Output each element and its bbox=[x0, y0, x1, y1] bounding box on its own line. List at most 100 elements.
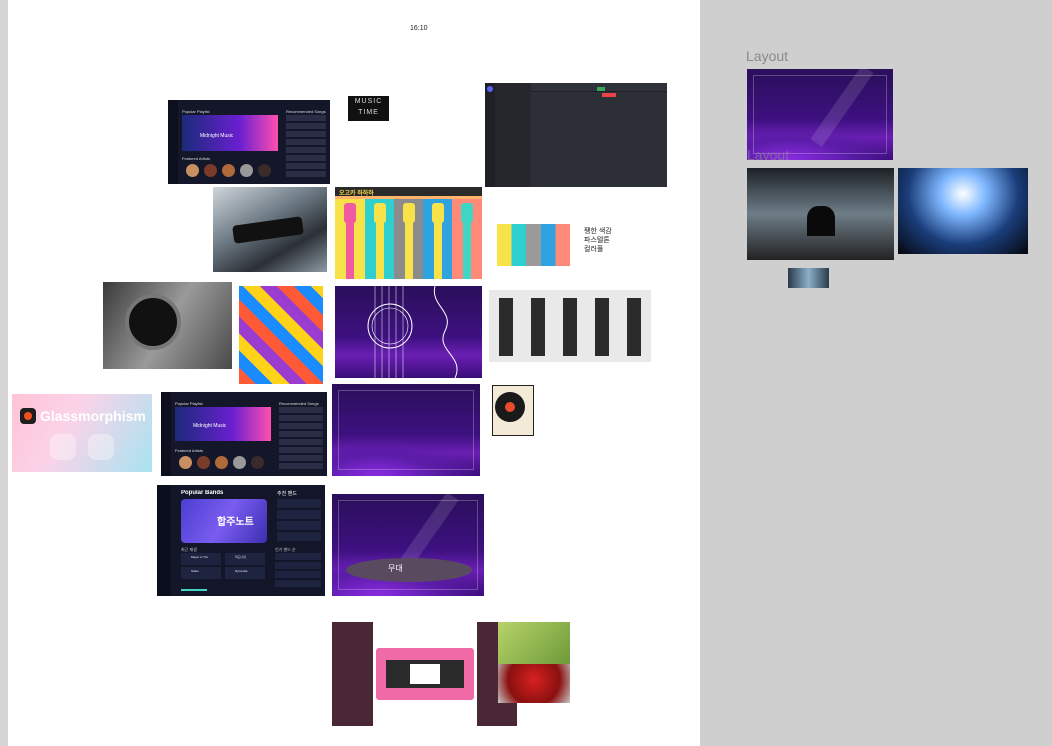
colorful-guitars-poster: 오고카 하하하 bbox=[335, 187, 482, 279]
glassmorphism-card: Glassmorphism bbox=[12, 394, 152, 472]
poster-banner-text: 오고카 하하하 bbox=[339, 191, 374, 196]
artist-photo-green bbox=[498, 622, 570, 664]
logo-line-2: TIME bbox=[358, 109, 379, 116]
artists-title: Featured Artists bbox=[182, 156, 211, 161]
hero-title: Midnight Music bbox=[193, 423, 227, 429]
soundhole-shape bbox=[125, 294, 181, 350]
drummer-silhouette bbox=[807, 206, 835, 236]
tape-window bbox=[386, 660, 464, 688]
dashboard-rail bbox=[485, 83, 495, 187]
aspect-ratio-label: 16:10 bbox=[410, 25, 428, 32]
app-sidebar bbox=[157, 485, 171, 596]
album-tiles bbox=[499, 298, 644, 356]
side-panel: Layout Layout bbox=[700, 0, 1052, 746]
stage-frame-labeled: 무대 bbox=[332, 494, 484, 596]
artist-photo-red bbox=[498, 664, 570, 703]
hero-banner[interactable]: Midnight Music bbox=[175, 407, 271, 441]
recommended-title: Recommended Songs bbox=[279, 401, 319, 406]
layout-label: Layout bbox=[746, 48, 789, 64]
artist-avatar[interactable] bbox=[233, 456, 246, 469]
tape-label bbox=[410, 664, 440, 684]
recommended-title: 추천 밴드 bbox=[277, 491, 297, 497]
stage-frame bbox=[332, 384, 480, 476]
progress-bar[interactable] bbox=[181, 589, 207, 591]
figma-dot bbox=[24, 412, 32, 420]
song-list bbox=[286, 115, 326, 179]
pickup-shape bbox=[232, 216, 304, 244]
recommended-title: Recommended Songs bbox=[286, 109, 326, 114]
pastel-guitars-thumb bbox=[497, 224, 570, 266]
note-line-2: 파스텔톤 bbox=[584, 237, 610, 244]
track-title: Dynamite bbox=[235, 569, 248, 573]
player-app-thumbnail[interactable]: Popular Playlist Midnight Music Recommen… bbox=[168, 100, 330, 184]
alert-badge bbox=[602, 93, 616, 97]
concert-lights-photo bbox=[898, 168, 1028, 254]
playlist-section-title: Popular Playlist bbox=[182, 109, 210, 114]
band-silhouette-photo bbox=[747, 168, 894, 260]
hero-card[interactable]: 합주노트 bbox=[181, 499, 267, 543]
stage-inner-frame bbox=[338, 390, 474, 470]
artist-avatar[interactable] bbox=[258, 164, 271, 177]
vinyl-record bbox=[495, 392, 525, 422]
note-line-3: 컬러풀 bbox=[584, 246, 604, 253]
dashboard-thumbnail[interactable] bbox=[485, 83, 667, 187]
app-sidebar bbox=[161, 392, 171, 476]
stage-platform[interactable]: 무대 bbox=[346, 558, 472, 582]
vinyl-card bbox=[492, 385, 534, 436]
plum-panel-left bbox=[332, 622, 373, 726]
small-band-photo bbox=[788, 268, 829, 288]
guitar-stripe bbox=[335, 199, 365, 279]
band-app-thumbnail[interactable]: Popular Bands 합주노트 추천 밴드 최근 재생 인기 밴드 순 M… bbox=[157, 485, 325, 596]
poster-banner: 오고카 하하하 bbox=[335, 187, 482, 196]
logo-line-1: MUSIC bbox=[354, 98, 383, 105]
figma-icon bbox=[20, 408, 36, 424]
bass-guitar-photo bbox=[213, 187, 327, 272]
app-sidebar bbox=[168, 100, 178, 184]
artist-avatar[interactable] bbox=[179, 456, 192, 469]
guitar-outline-art bbox=[335, 286, 482, 378]
pop-art-image bbox=[239, 286, 323, 384]
track-title: Mayer is Tho bbox=[191, 555, 209, 559]
guitar-stripe bbox=[365, 199, 394, 279]
rank-list bbox=[275, 553, 321, 589]
stage-label: 무대 bbox=[388, 564, 403, 573]
guitar-stripe bbox=[452, 199, 482, 279]
layout-label-ghost: Layout bbox=[747, 147, 790, 160]
artist-avatar[interactable] bbox=[186, 164, 199, 177]
artist-avatar[interactable] bbox=[204, 164, 217, 177]
hero-banner[interactable]: Midnight Music bbox=[182, 115, 278, 151]
recommended-list bbox=[277, 499, 321, 543]
guitar-stripe bbox=[423, 199, 452, 279]
hero-text: 합주노트 bbox=[217, 517, 254, 528]
layout-preview[interactable]: Layout bbox=[747, 69, 893, 160]
track-tile[interactable]: Mayer is Tho bbox=[181, 553, 221, 565]
guitar-outline-svg bbox=[367, 286, 458, 378]
glass-title: Glassmorphism bbox=[40, 408, 146, 424]
song-list bbox=[279, 407, 323, 471]
status-badge bbox=[597, 87, 605, 91]
design-canvas: 16:10 Popular Playlist Midnight Music Re… bbox=[0, 0, 700, 746]
music-time-logo: MUSIC TIME bbox=[348, 96, 389, 121]
track-tile[interactable]: Dynamite bbox=[225, 567, 265, 579]
note-line-1: 쨍한 색감 bbox=[584, 228, 612, 235]
artist-avatar[interactable] bbox=[251, 456, 264, 469]
app-icon[interactable] bbox=[487, 86, 493, 92]
artist-avatar[interactable] bbox=[240, 164, 253, 177]
location-icon bbox=[88, 434, 114, 460]
track-title: 미드나잇 bbox=[235, 555, 247, 559]
acoustic-guitar-photo bbox=[103, 282, 232, 369]
track-tile[interactable]: Stoke bbox=[181, 567, 221, 579]
hero-title: Midnight Music bbox=[200, 133, 234, 139]
artist-avatar[interactable] bbox=[197, 456, 210, 469]
artist-avatar[interactable] bbox=[215, 456, 228, 469]
playlist-section-title: Popular Playlist bbox=[175, 401, 203, 406]
guitar-stripe bbox=[394, 199, 423, 279]
pastel-note: 쨍한 색감 파스텔톤 컬러풀 bbox=[584, 227, 644, 254]
dashboard-channel-list bbox=[495, 83, 531, 187]
player-app-thumbnail-2[interactable]: Popular Playlist Midnight Music Recommen… bbox=[161, 392, 327, 476]
track-title: Stoke bbox=[191, 569, 199, 573]
track-tile[interactable]: 미드나잇 bbox=[225, 553, 265, 565]
artist-avatar[interactable] bbox=[222, 164, 235, 177]
album-grid bbox=[489, 290, 651, 362]
vinyl-label bbox=[505, 402, 515, 412]
